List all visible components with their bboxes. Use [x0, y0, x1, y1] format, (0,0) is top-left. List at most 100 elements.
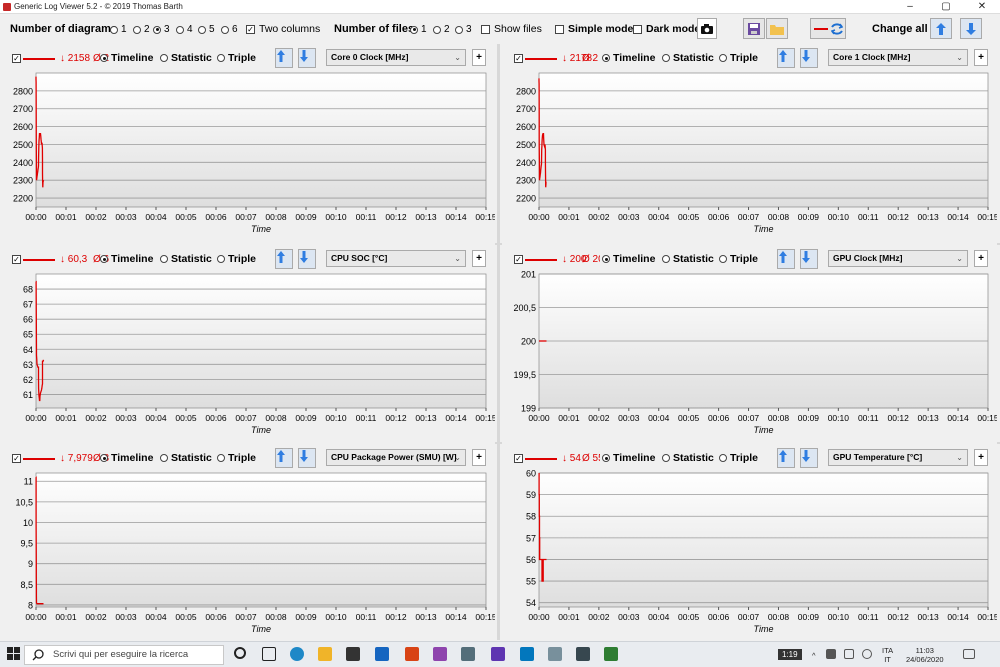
timeline-radio[interactable]: Timeline	[100, 452, 153, 464]
sensor-select[interactable]: CPU SOC [°C] ⌄	[326, 250, 466, 267]
sensor-select[interactable]: GPU Clock [MHz] ⌄	[828, 250, 968, 267]
series-visible-checkbox[interactable]: ✓	[514, 54, 523, 63]
timeline-radio[interactable]: Timeline	[602, 452, 655, 464]
series-color-swatch[interactable]	[525, 58, 557, 60]
volume-icon[interactable]	[862, 649, 872, 659]
series-visible-checkbox[interactable]: ✓	[12, 454, 21, 463]
language-indicator[interactable]: ITA IT	[882, 646, 893, 664]
move-up-icon[interactable]	[275, 48, 293, 68]
sensor-select[interactable]: Core 1 Clock [MHz] ⌄	[828, 49, 968, 66]
statistic-radio[interactable]: Statistic	[160, 452, 212, 464]
cortana-icon[interactable]	[234, 647, 246, 659]
files-radio-3[interactable]: 3	[455, 24, 472, 35]
add-series-button[interactable]: +	[974, 49, 988, 66]
timeline-radio[interactable]: Timeline	[100, 52, 153, 64]
app-icon-photos[interactable]	[461, 647, 475, 661]
clock[interactable]: 11:03 24/06/2020	[906, 646, 944, 664]
file-explorer-icon[interactable]	[318, 647, 332, 661]
maximize-button[interactable]: ▢	[928, 0, 964, 14]
triple-radio[interactable]: Triple	[217, 52, 256, 64]
move-up-icon[interactable]	[777, 249, 795, 269]
add-series-button[interactable]: +	[974, 250, 988, 267]
battery-time-badge[interactable]: 1:19	[778, 649, 802, 660]
camera-icon[interactable]	[697, 18, 717, 39]
store-icon[interactable]	[346, 647, 360, 661]
task-view-icon[interactable]	[262, 647, 276, 661]
column-divider[interactable]	[497, 44, 500, 640]
files-radio-1[interactable]: 1	[410, 24, 427, 35]
move-down-icon[interactable]	[800, 48, 818, 68]
save-icon[interactable]	[743, 18, 765, 39]
statistic-radio[interactable]: Statistic	[662, 52, 714, 64]
sensor-select[interactable]: GPU Temperature [°C] ⌄	[828, 449, 968, 466]
simple-mode-checkbox[interactable]: Simple mode	[555, 23, 633, 35]
series-visible-checkbox[interactable]: ✓	[514, 255, 523, 264]
statistic-radio[interactable]: Statistic	[662, 452, 714, 464]
office-icon[interactable]	[405, 647, 419, 661]
notifications-chevron-icon[interactable]: ^	[812, 651, 816, 660]
taskbar-search-input[interactable]: Scrivi qui per eseguire la ricerca	[24, 645, 224, 665]
move-down-icon[interactable]	[298, 249, 316, 269]
diagrams-radio-6[interactable]: 6	[221, 24, 238, 35]
two-columns-checkbox[interactable]: ✓ Two columns	[246, 23, 320, 35]
app-icon-camera[interactable]	[576, 647, 590, 661]
add-series-button[interactable]: +	[974, 449, 988, 466]
files-radio-2[interactable]: 2	[433, 24, 450, 35]
add-series-button[interactable]: +	[472, 250, 486, 267]
app-icon-paint[interactable]	[433, 647, 447, 661]
move-up-icon[interactable]	[275, 249, 293, 269]
app-icon-images[interactable]	[520, 647, 534, 661]
diagrams-radio-5[interactable]: 5	[198, 24, 215, 35]
app-icon-utility[interactable]	[491, 647, 505, 661]
add-series-button[interactable]: +	[472, 449, 486, 466]
move-up-icon[interactable]	[777, 48, 795, 68]
series-color-swatch[interactable]	[23, 259, 55, 261]
move-up-icon[interactable]	[777, 448, 795, 468]
sensor-select[interactable]: Core 0 Clock [MHz] ⌄	[326, 49, 466, 66]
dark-mode-checkbox[interactable]: Dark mode	[633, 23, 700, 35]
diagrams-radio-3[interactable]: 3	[153, 24, 170, 35]
timeline-radio[interactable]: Timeline	[100, 253, 153, 265]
triple-radio[interactable]: Triple	[217, 452, 256, 464]
move-down-icon[interactable]	[800, 448, 818, 468]
minimize-button[interactable]: –	[892, 0, 928, 14]
edge-browser-icon[interactable]	[290, 647, 304, 661]
log-viewer-taskbar-icon[interactable]	[604, 647, 618, 661]
diagrams-radio-4[interactable]: 4	[176, 24, 193, 35]
triple-radio[interactable]: Triple	[719, 52, 758, 64]
move-down-icon[interactable]	[298, 48, 316, 68]
sensor-select[interactable]: CPU Package Power (SMU) [W] ⌄	[326, 449, 466, 466]
series-visible-checkbox[interactable]: ✓	[12, 255, 21, 264]
triple-radio[interactable]: Triple	[719, 452, 758, 464]
series-visible-checkbox[interactable]: ✓	[12, 54, 21, 63]
series-color-swatch[interactable]	[525, 458, 557, 460]
statistic-radio[interactable]: Statistic	[160, 52, 212, 64]
show-files-checkbox[interactable]: Show files	[481, 23, 542, 35]
battery-icon[interactable]	[826, 649, 836, 659]
windows-start-icon[interactable]	[7, 647, 21, 664]
timeline-radio[interactable]: Timeline	[602, 253, 655, 265]
move-down-icon[interactable]	[800, 249, 818, 269]
timeline-radio[interactable]: Timeline	[602, 52, 655, 64]
move-down-all-icon[interactable]	[960, 18, 982, 39]
mail-icon[interactable]	[375, 647, 389, 661]
series-color-swatch[interactable]	[525, 259, 557, 261]
series-visible-checkbox[interactable]: ✓	[514, 454, 523, 463]
series-color-swatch[interactable]	[23, 58, 55, 60]
move-down-icon[interactable]	[298, 448, 316, 468]
diagrams-radio-1[interactable]: 1	[110, 24, 127, 35]
statistic-radio[interactable]: Statistic	[160, 253, 212, 265]
add-series-button[interactable]: +	[472, 49, 486, 66]
move-up-icon[interactable]	[275, 448, 293, 468]
open-folder-icon[interactable]	[766, 18, 788, 39]
diagrams-radio-2[interactable]: 2	[133, 24, 150, 35]
triple-radio[interactable]: Triple	[719, 253, 758, 265]
series-color-swatch[interactable]	[23, 458, 55, 460]
action-center-icon[interactable]	[963, 649, 975, 659]
close-button[interactable]: ✕	[964, 0, 1000, 14]
network-icon[interactable]	[844, 649, 854, 659]
triple-radio[interactable]: Triple	[217, 253, 256, 265]
statistic-radio[interactable]: Statistic	[662, 253, 714, 265]
app-icon-tool[interactable]	[548, 647, 562, 661]
series-color-refresh-icon[interactable]	[810, 18, 846, 39]
